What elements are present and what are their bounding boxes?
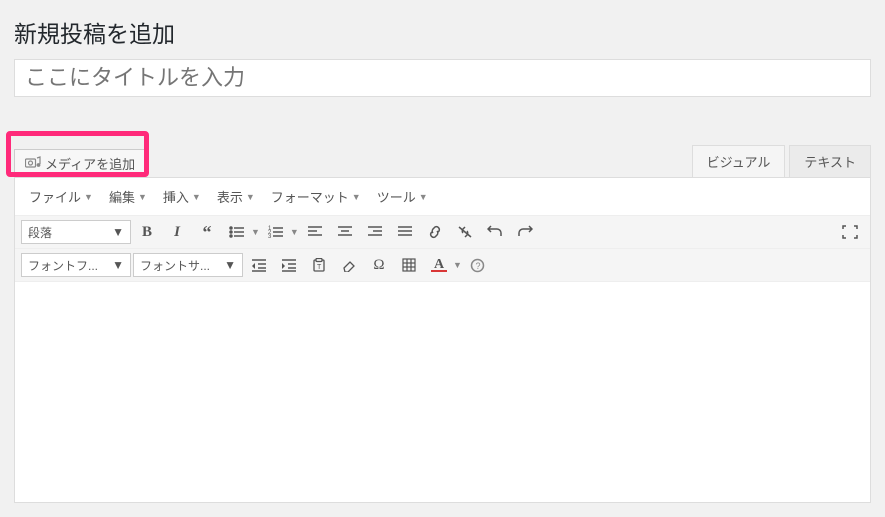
chevron-down-icon: ▼ (453, 260, 462, 270)
align-right-button[interactable] (361, 219, 389, 245)
chevron-down-icon: ▼ (192, 192, 201, 202)
clear-formatting-button[interactable] (335, 252, 363, 278)
add-media-button[interactable]: メディアを追加 (14, 149, 146, 177)
menu-view[interactable]: 表示▼ (211, 184, 261, 209)
align-center-button[interactable] (331, 219, 359, 245)
svg-text:?: ? (476, 261, 481, 271)
redo-button[interactable] (511, 219, 539, 245)
table-button[interactable] (395, 252, 423, 278)
toolbar-row-1: 段落▼ B I “ ▼ 123 ▼ (15, 216, 870, 249)
clipboard-icon: T (312, 258, 326, 272)
post-title-input[interactable] (14, 59, 871, 97)
editor-menu-bar: ファイル▼ 編集▼ 挿入▼ 表示▼ フォーマット▼ ツール▼ (15, 178, 870, 216)
bold-icon: B (142, 224, 152, 241)
camera-music-icon (25, 156, 41, 170)
outdent-button[interactable] (245, 252, 273, 278)
quote-icon: “ (203, 222, 212, 243)
indent-icon (281, 258, 297, 272)
bold-button[interactable]: B (133, 219, 161, 245)
number-list-icon: 123 (268, 225, 284, 239)
chevron-down-icon: ▼ (112, 258, 124, 272)
chevron-down-icon: ▼ (84, 192, 93, 202)
svg-text:T: T (317, 264, 322, 271)
paste-text-button[interactable]: T (305, 252, 333, 278)
menu-tools[interactable]: ツール▼ (371, 184, 434, 209)
align-right-icon (368, 226, 382, 238)
chevron-down-icon: ▼ (419, 192, 428, 202)
title-input-wrap (0, 59, 885, 97)
blockquote-button[interactable]: “ (193, 219, 221, 245)
eraser-icon (341, 258, 357, 272)
omega-icon: Ω (373, 257, 384, 274)
menu-edit[interactable]: 編集▼ (103, 184, 153, 209)
editor-content[interactable] (15, 282, 870, 502)
undo-button[interactable] (481, 219, 509, 245)
undo-icon (487, 225, 503, 239)
tab-visual[interactable]: ビジュアル (692, 145, 786, 177)
table-icon (402, 258, 416, 272)
tab-text[interactable]: テキスト (789, 145, 871, 177)
align-left-icon (308, 226, 322, 238)
chevron-down-icon: ▼ (290, 227, 299, 237)
align-justify-icon (398, 226, 412, 238)
menu-file[interactable]: ファイル▼ (23, 184, 99, 209)
help-button[interactable]: ? (464, 252, 492, 278)
help-icon: ? (470, 258, 485, 273)
menu-insert[interactable]: 挿入▼ (157, 184, 207, 209)
fullscreen-icon (842, 225, 858, 239)
page-title: 新規投稿を追加 (0, 0, 885, 59)
fullscreen-button[interactable] (836, 219, 864, 245)
toolbar-row-2: フォントフ...▼ フォントサ...▼ T Ω A ▼ ? (15, 249, 870, 282)
bullet-list-icon (229, 225, 245, 239)
italic-icon: I (174, 224, 180, 241)
unlink-icon (457, 225, 473, 239)
chevron-down-icon: ▼ (138, 192, 147, 202)
number-list-button[interactable]: 123 (262, 219, 290, 245)
text-color-button[interactable]: A (425, 252, 453, 278)
redo-icon (517, 225, 533, 239)
editor-tabs: ビジュアル テキスト (692, 145, 871, 177)
text-color-icon: A (431, 258, 447, 272)
special-char-button[interactable]: Ω (365, 252, 393, 278)
editor-container: ファイル▼ 編集▼ 挿入▼ 表示▼ フォーマット▼ ツール▼ 段落▼ B I “… (14, 177, 871, 503)
chevron-down-icon: ▼ (246, 192, 255, 202)
unlink-button[interactable] (451, 219, 479, 245)
link-button[interactable] (421, 219, 449, 245)
font-family-select[interactable]: フォントフ...▼ (21, 253, 131, 277)
menu-format[interactable]: フォーマット▼ (265, 184, 367, 209)
indent-button[interactable] (275, 252, 303, 278)
align-left-button[interactable] (301, 219, 329, 245)
svg-text:3: 3 (268, 234, 272, 239)
font-size-select[interactable]: フォントサ...▼ (133, 253, 243, 277)
format-select[interactable]: 段落▼ (21, 220, 131, 244)
chevron-down-icon: ▼ (352, 192, 361, 202)
chevron-down-icon: ▼ (224, 258, 236, 272)
align-justify-button[interactable] (391, 219, 419, 245)
chevron-down-icon: ▼ (112, 225, 124, 239)
outdent-icon (251, 258, 267, 272)
add-media-label: メディアを追加 (45, 154, 135, 173)
align-center-icon (338, 226, 352, 238)
bullet-list-button[interactable] (223, 219, 251, 245)
link-icon (427, 225, 443, 239)
italic-button[interactable]: I (163, 219, 191, 245)
chevron-down-icon: ▼ (251, 227, 260, 237)
